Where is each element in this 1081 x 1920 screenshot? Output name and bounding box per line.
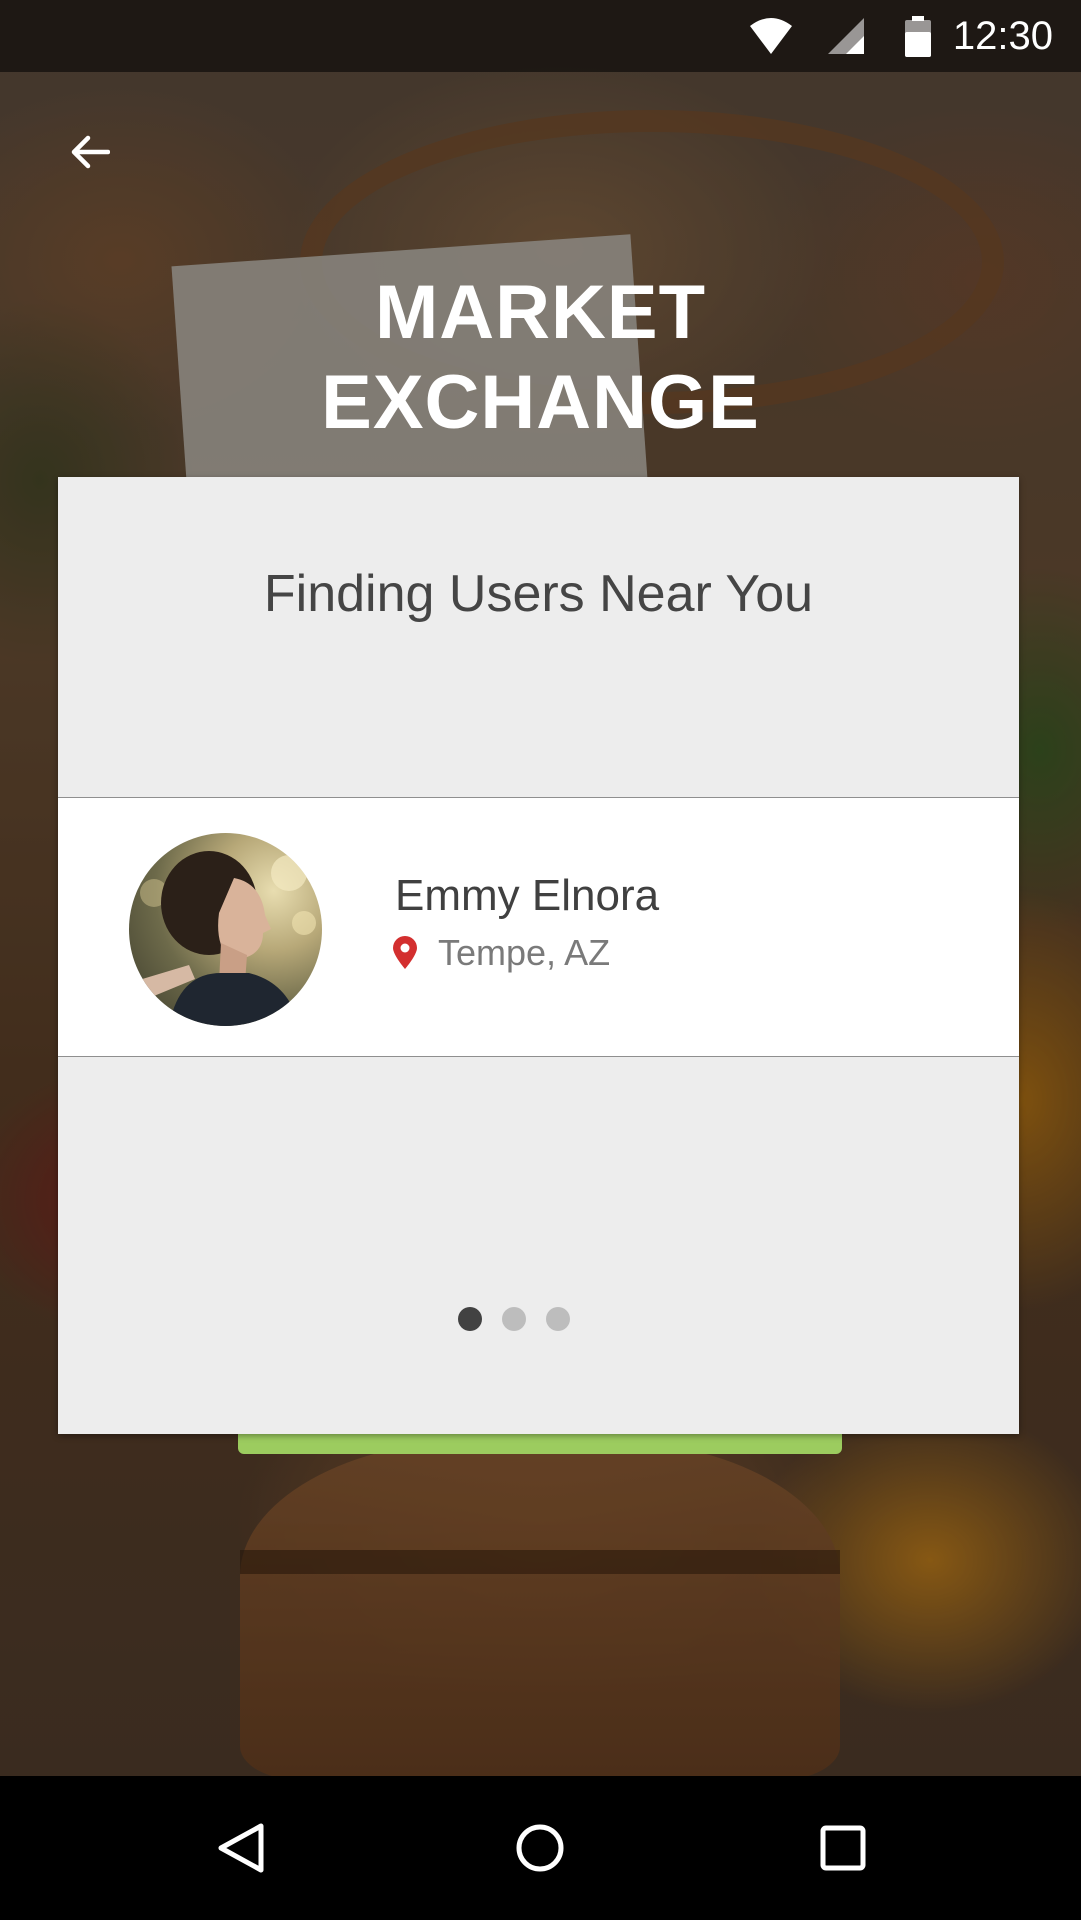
- recents-square-icon: [820, 1825, 866, 1871]
- page-dot-2[interactable]: [501, 1307, 526, 1331]
- signal-icon: [826, 16, 866, 61]
- page-dot-1[interactable]: [457, 1307, 482, 1331]
- arrow-left-icon: [71, 135, 110, 169]
- nav-back-button[interactable]: [205, 1812, 277, 1884]
- user-location-text: Tempe, AZ: [438, 932, 611, 973]
- user-avatar: [129, 833, 322, 1026]
- user-name: Emmy Elnora: [395, 871, 660, 920]
- home-circle-icon: [516, 1824, 564, 1872]
- nearby-users-card: Finding Users Near You Emmy Elnora Tempe…: [58, 477, 1019, 1434]
- back-triangle-icon: [218, 1823, 264, 1873]
- system-nav-bar: [0, 1776, 1081, 1920]
- location-pin-icon: [393, 936, 417, 969]
- nav-home-button[interactable]: [504, 1812, 576, 1884]
- back-button[interactable]: [60, 122, 120, 182]
- user-list-item[interactable]: Emmy Elnora Tempe, AZ: [58, 797, 1019, 1057]
- nav-recents-button[interactable]: [807, 1812, 879, 1884]
- battery-icon: [903, 16, 933, 63]
- status-time: 12:30: [952, 14, 1053, 58]
- user-location: Tempe, AZ: [392, 928, 610, 978]
- app-title: MARKET EXCHANGE: [321, 270, 760, 445]
- card-title: Finding Users Near You: [263, 565, 814, 623]
- page-indicator: [58, 1307, 1019, 1331]
- wifi-icon: [748, 16, 794, 61]
- status-bar: 12:30: [0, 0, 1081, 72]
- page-dot-3[interactable]: [545, 1307, 570, 1331]
